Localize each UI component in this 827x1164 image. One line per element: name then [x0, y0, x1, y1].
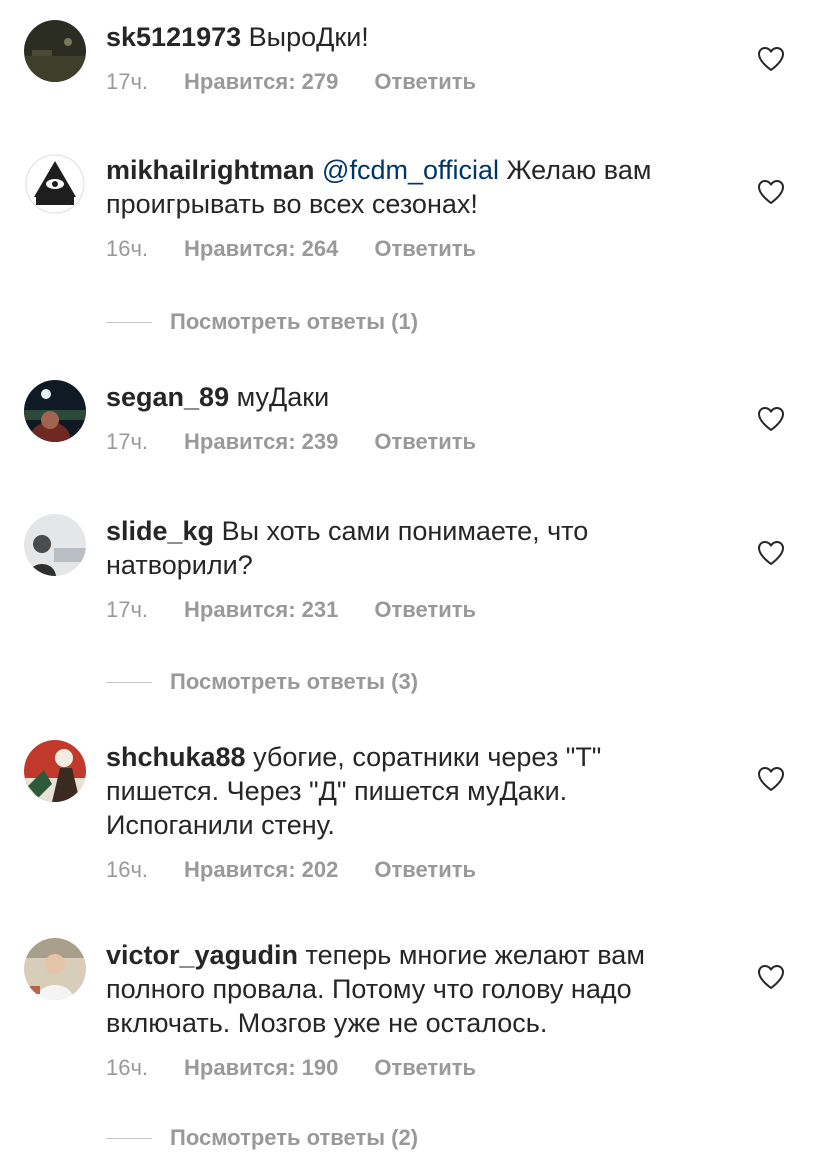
likes-count-link[interactable]: Нравится: 231 — [184, 596, 338, 624]
heart-icon[interactable] — [757, 46, 785, 72]
timestamp: 16ч. — [106, 857, 149, 882]
username-link[interactable]: slide_kg — [106, 516, 214, 546]
reply-button[interactable]: Ответить — [374, 596, 476, 624]
comment-meta: 17ч. Нравится: 231 Ответить — [106, 596, 706, 624]
likes-count-link[interactable]: Нравится: 264 — [184, 235, 338, 263]
comment-body: victor_yagudin теперь многие желают вам … — [106, 938, 706, 1082]
dark-night-photo-avatar[interactable] — [24, 20, 86, 82]
heart-icon[interactable] — [757, 964, 785, 990]
comment-body: shchuka88 убогие, соратники через "Т" пи… — [106, 740, 706, 884]
comment-content: ВыроДки! — [241, 22, 369, 52]
comment-body: sk5121973 ВыроДки! 17ч. Нравится: 279 Отве… — [106, 20, 706, 96]
stadium-photo-avatar[interactable] — [24, 380, 86, 442]
comment-text: mikhailrightman @fcdm_official Желаю вам… — [106, 153, 706, 221]
person-photo-avatar[interactable] — [24, 514, 86, 576]
view-replies-label: Посмотреть ответы (2) — [170, 1125, 419, 1150]
comment-text: segan_89 муДаки — [106, 380, 706, 414]
view-replies-button[interactable]: Посмотреть ответы (3) — [106, 667, 418, 697]
likes-count-link[interactable]: Нравится: 190 — [184, 1054, 338, 1082]
comment-body: segan_89 муДаки 17ч. Нравится: 239 Ответит… — [106, 380, 706, 456]
view-replies-button[interactable]: Посмотреть ответы (2) — [106, 1123, 418, 1153]
comment-text: shchuka88 убогие, соратники через "Т" пи… — [106, 740, 706, 842]
comment-text: sk5121973 ВыроДки! — [106, 20, 706, 54]
username-link[interactable]: victor_yagudin — [106, 940, 298, 970]
comment-meta: 16ч. Нравится: 190 Ответить — [106, 1054, 706, 1082]
reply-button[interactable]: Ответить — [374, 428, 476, 456]
red-artwork-avatar[interactable] — [24, 740, 86, 802]
eye-pyramid-logo-avatar[interactable] — [24, 153, 86, 215]
view-replies-button[interactable]: Посмотреть ответы (1) — [106, 307, 418, 337]
comment-body: mikhailrightman @fcdm_official Желаю вам… — [106, 153, 706, 263]
likes-count-link[interactable]: Нравится: 279 — [184, 68, 338, 96]
reply-button[interactable]: Ответить — [374, 1054, 476, 1082]
replies-divider-line — [106, 321, 152, 323]
username-link[interactable]: mikhailrightman — [106, 155, 315, 185]
view-replies-label: Посмотреть ответы (1) — [170, 309, 419, 334]
timestamp: 17ч. — [106, 597, 149, 622]
person-photo-avatar[interactable] — [24, 938, 86, 1000]
username-link[interactable]: sk5121973 — [106, 22, 241, 52]
comment-meta: 16ч. Нравится: 202 Ответить — [106, 856, 706, 884]
heart-icon[interactable] — [757, 766, 785, 792]
view-replies-label: Посмотреть ответы (3) — [170, 669, 419, 694]
reply-button[interactable]: Ответить — [374, 235, 476, 263]
comment-body: slide_kg Вы хоть сами понимаете, что нат… — [106, 514, 706, 624]
heart-icon[interactable] — [757, 406, 785, 432]
likes-count-link[interactable]: Нравится: 239 — [184, 428, 338, 456]
mention-link[interactable]: @fcdm_official — [315, 155, 499, 185]
username-link[interactable]: segan_89 — [106, 382, 229, 412]
comment-meta: 17ч. Нравится: 239 Ответить — [106, 428, 706, 456]
comment-text: slide_kg Вы хоть сами понимаете, что нат… — [106, 514, 706, 582]
comment-text: victor_yagudin теперь многие желают вам … — [106, 938, 706, 1040]
username-link[interactable]: shchuka88 — [106, 742, 246, 772]
comment-meta: 16ч. Нравится: 264 Ответить — [106, 235, 706, 263]
reply-button[interactable]: Ответить — [374, 68, 476, 96]
comment-content: муДаки — [229, 382, 330, 412]
heart-icon[interactable] — [757, 179, 785, 205]
likes-count-link[interactable]: Нравится: 202 — [184, 856, 338, 884]
timestamp: 17ч. — [106, 69, 149, 94]
reply-button[interactable]: Ответить — [374, 856, 476, 884]
timestamp: 16ч. — [106, 1055, 149, 1080]
timestamp: 16ч. — [106, 236, 149, 261]
comment-meta: 17ч. Нравится: 279 Ответить — [106, 68, 706, 96]
heart-icon[interactable] — [757, 540, 785, 566]
replies-divider-line — [106, 1137, 152, 1139]
timestamp: 17ч. — [106, 429, 149, 454]
replies-divider-line — [106, 681, 152, 683]
